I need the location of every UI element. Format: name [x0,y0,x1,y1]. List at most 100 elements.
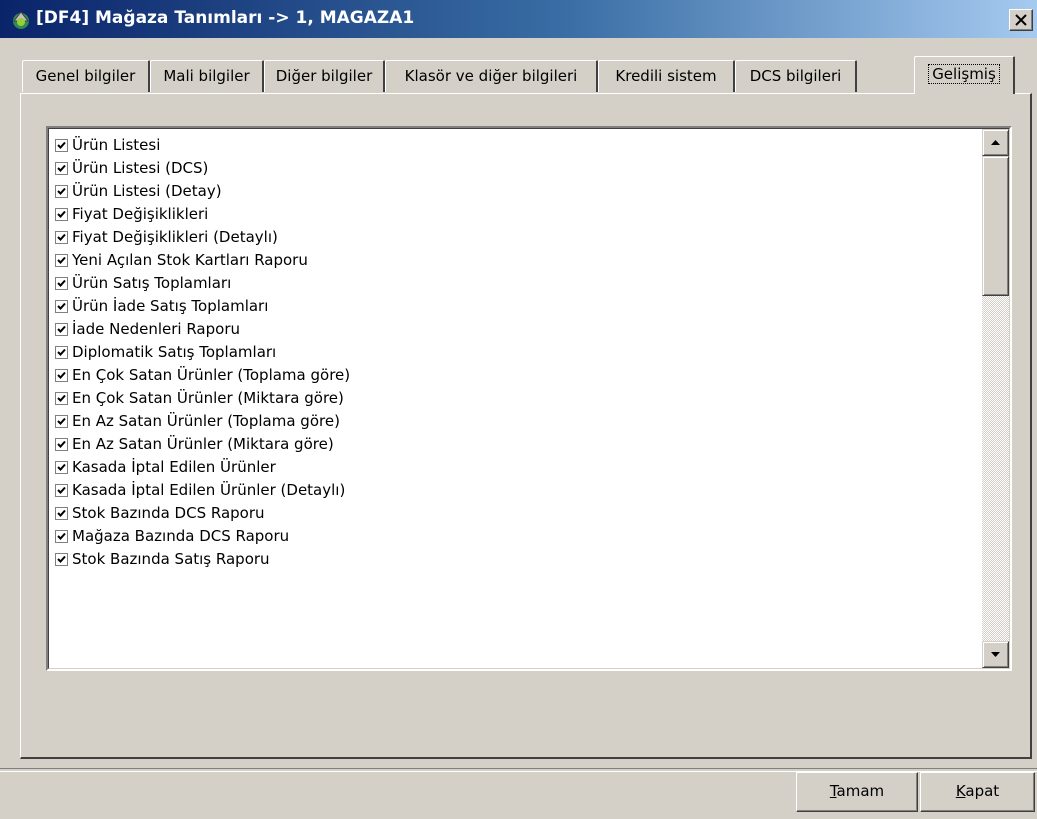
tab-dcs-bilgileri[interactable]: DCS bilgileri [735,60,857,92]
report-item-label: En Az Satan Ürünler (Toplama göre) [72,412,340,430]
checkbox[interactable] [55,369,68,382]
checkmark-icon [57,486,66,494]
vertical-scrollbar[interactable] [982,129,1009,668]
tamam-button[interactable]: Tamam [796,772,918,812]
report-item-label: En Az Satan Ürünler (Miktara göre) [72,435,334,453]
report-item[interactable]: Mağaza Bazında DCS Raporu [55,525,975,548]
checkbox[interactable] [55,415,68,428]
checkbox[interactable] [55,231,68,244]
report-item[interactable]: En Az Satan Ürünler (Toplama göre) [55,410,975,433]
title-bar[interactable]: [DF4] Mağaza Tanımları -> 1, MAGAZA1 [0,0,1037,38]
tab-mali-bilgiler[interactable]: Mali bilgiler [150,60,264,92]
checkbox[interactable] [55,185,68,198]
scroll-thumb[interactable] [982,156,1009,296]
tab-kredili-sistem[interactable]: Kredili sistem [598,60,735,92]
tab-diger-bilgiler[interactable]: Diğer bilgiler [264,60,385,92]
report-item[interactable]: Stok Bazında DCS Raporu [55,502,975,525]
checkmark-icon [57,394,66,402]
report-item-label: Ürün Listesi (Detay) [72,182,222,200]
checkbox[interactable] [55,277,68,290]
tab-label: Gelişmiş [928,64,1000,84]
checkbox[interactable] [55,553,68,566]
tab-label: Mali bilgiler [163,67,250,85]
report-item[interactable]: Yeni Açılan Stok Kartları Raporu [55,249,975,272]
report-items: Ürün Listesi Ürün Listesi (DCS) Ürün Liste… [55,134,975,571]
checkmark-icon [57,279,66,287]
report-item-label: Ürün Satış Toplamları [72,274,232,292]
report-item[interactable]: Ürün Satış Toplamları [55,272,975,295]
scroll-up-button[interactable] [982,129,1009,156]
checkmark-icon [57,509,66,517]
report-item-label: Ürün İade Satış Toplamları [72,297,269,315]
close-icon [1015,14,1027,26]
checkbox[interactable] [55,208,68,221]
checkmark-icon [57,555,66,563]
report-item-label: Fiyat Değişiklikleri (Detaylı) [72,228,278,246]
store-app-icon [12,11,30,29]
arrow-down-icon [991,652,1000,657]
checkbox[interactable] [55,507,68,520]
window-title: [DF4] Mağaza Tanımları -> 1, MAGAZA1 [36,8,415,28]
mnemonic: T [829,782,837,800]
checkbox[interactable] [55,438,68,451]
report-item-label: En Çok Satan Ürünler (Toplama göre) [72,366,351,384]
checkmark-icon [57,302,66,310]
report-item[interactable]: En Çok Satan Ürünler (Toplama göre) [55,364,975,387]
report-item-label: Yeni Açılan Stok Kartları Raporu [72,251,308,269]
checkmark-icon [57,417,66,425]
report-item[interactable]: Ürün İade Satış Toplamları [55,295,975,318]
report-item[interactable]: Diplomatik Satış Toplamları [55,341,975,364]
scroll-down-button[interactable] [982,641,1009,668]
tab-label: Klasör ve diğer bilgileri [404,67,578,85]
checkbox[interactable] [55,254,68,267]
checkbox[interactable] [55,300,68,313]
checkmark-icon [57,256,66,264]
checkmark-icon [57,532,66,540]
checkmark-icon [57,463,66,471]
report-item[interactable]: Stok Bazında Satış Raporu [55,548,975,571]
checkmark-icon [57,325,66,333]
report-item[interactable]: En Az Satan Ürünler (Miktara göre) [55,433,975,456]
tab-label: DCS bilgileri [749,67,842,85]
report-item[interactable]: Kasada İptal Edilen Ürünler [55,456,975,479]
report-item[interactable]: En Çok Satan Ürünler (Miktara göre) [55,387,975,410]
report-item[interactable]: Ürün Listesi (DCS) [55,157,975,180]
checkbox[interactable] [55,139,68,152]
report-item[interactable]: Ürün Listesi [55,134,975,157]
tab-label: Genel bilgiler [35,67,136,85]
report-item[interactable]: Fiyat Değişiklikleri (Detaylı) [55,226,975,249]
tab-gelismis[interactable]: Gelişmiş [914,56,1015,94]
report-item[interactable]: Fiyat Değişiklikleri [55,203,975,226]
kapat-button[interactable]: Kapat [920,772,1035,812]
checkmark-icon [57,141,66,149]
mnemonic: K [955,782,966,800]
checkmark-icon [57,210,66,218]
checkbox[interactable] [55,323,68,336]
report-item-label: Stok Bazında DCS Raporu [72,504,265,522]
checkmark-icon [57,371,66,379]
report-item[interactable]: Kasada İptal Edilen Ürünler (Detaylı) [55,479,975,502]
checkbox[interactable] [55,346,68,359]
report-item-label: Kasada İptal Edilen Ürünler [72,458,276,476]
checkbox[interactable] [55,484,68,497]
report-item-label: Diplomatik Satış Toplamları [72,343,277,361]
report-item-label: En Çok Satan Ürünler (Miktara göre) [72,389,344,407]
checkbox[interactable] [55,162,68,175]
tab-genel-bilgiler[interactable]: Genel bilgiler [22,60,150,92]
checkmark-icon [57,440,66,448]
checkmark-icon [57,233,66,241]
close-button[interactable] [1009,9,1033,31]
checkmark-icon [57,187,66,195]
arrow-up-icon [991,140,1000,145]
report-checklist[interactable]: Ürün Listesi Ürün Listesi (DCS) Ürün Liste… [46,126,1012,671]
report-item[interactable]: İade Nedenleri Raporu [55,318,975,341]
checkbox[interactable] [55,392,68,405]
report-item-label: Ürün Listesi (DCS) [72,159,209,177]
report-item-label: Fiyat Değişiklikleri [72,205,209,223]
tab-label: Kredili sistem [615,67,717,85]
report-item[interactable]: Ürün Listesi (Detay) [55,180,975,203]
checkbox[interactable] [55,530,68,543]
tab-klasor-ve-diger-bilgileri[interactable]: Klasör ve diğer bilgileri [385,60,598,92]
checkbox[interactable] [55,461,68,474]
checkmark-icon [57,348,66,356]
